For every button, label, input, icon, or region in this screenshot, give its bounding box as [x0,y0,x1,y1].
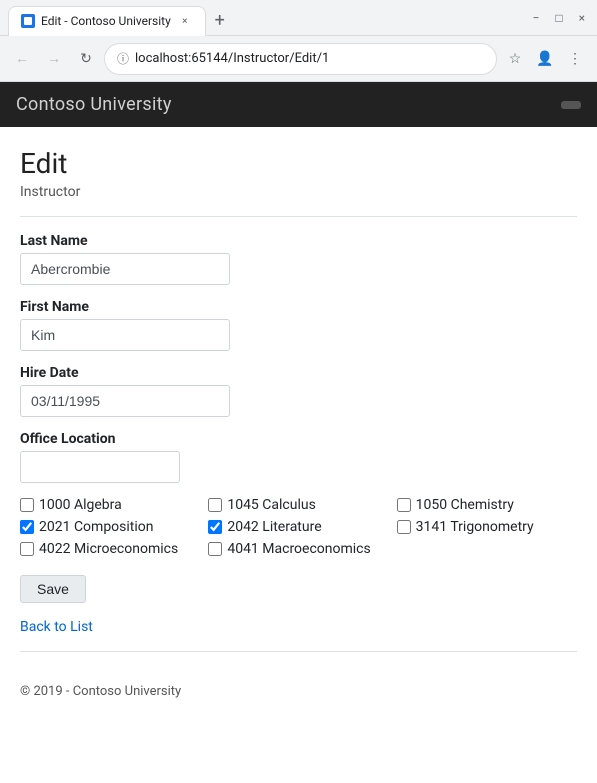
bottom-divider [20,651,577,652]
navbar-button[interactable] [561,101,581,109]
forward-navigation-button[interactable]: → [40,45,68,73]
page-subtitle: Instructor [20,184,577,200]
tab-favicon-icon [21,14,35,28]
back-to-list-link[interactable]: Back to List [20,619,93,635]
last-name-label: Last Name [20,233,577,249]
course-label-4022: 4022 Microeconomics [39,541,178,557]
course-item-1050: 1050 Chemistry [397,497,577,513]
course-item-2021: 2021 Composition [20,519,200,535]
course-item-4022: 4022 Microeconomics [20,541,200,557]
footer: © 2019 - Contoso University [0,684,597,715]
office-location-group: Office Location [20,431,577,483]
address-bar[interactable]: ⓘ localhost:65144/Instructor/Edit/1 [104,43,497,75]
browser-tab[interactable]: Edit - Contoso University × [8,6,206,36]
bookmark-icon[interactable]: ☆ [501,45,529,73]
window-close-button[interactable]: × [579,11,585,25]
account-icon[interactable]: 👤 [531,45,559,73]
save-button[interactable]: Save [20,575,86,603]
course-label-3141: 3141 Trigonometry [416,519,534,535]
window-controls: − □ × [532,11,589,31]
course-checkbox-2042[interactable] [208,520,222,534]
url-text: localhost:65144/Instructor/Edit/1 [135,51,329,66]
new-tab-button[interactable]: + [206,7,234,35]
app-navbar: Contoso University [0,82,597,127]
main-content: Edit Instructor Last Name First Name Hir… [0,127,597,684]
tab-close-icon[interactable]: × [177,13,193,29]
section-divider [20,216,577,217]
hire-date-group: Hire Date [20,365,577,417]
course-label-2021: 2021 Composition [39,519,154,535]
course-label-4041: 4041 Macroeconomics [227,541,370,557]
last-name-group: Last Name [20,233,577,285]
hire-date-input[interactable] [20,385,230,417]
browser-toolbar: ← → ↻ ⓘ localhost:65144/Instructor/Edit/… [0,36,597,82]
office-location-label: Office Location [20,431,577,447]
course-item-4041: 4041 Macroeconomics [208,541,388,557]
first-name-input[interactable] [20,319,230,351]
course-checkbox-2021[interactable] [20,520,34,534]
hire-date-label: Hire Date [20,365,577,381]
browser-titlebar: Edit - Contoso University × + − □ × [0,0,597,36]
window-minimize-button[interactable]: − [532,11,539,25]
courses-grid: 1000 Algebra 1045 Calculus 1050 Chemistr… [20,497,577,557]
course-checkbox-1050[interactable] [397,498,411,512]
course-item-3141: 3141 Trigonometry [397,519,577,535]
menu-icon[interactable]: ⋮ [561,45,589,73]
course-label-1000: 1000 Algebra [39,497,122,513]
reload-button[interactable]: ↻ [72,45,100,73]
course-checkbox-1000[interactable] [20,498,34,512]
course-label-1045: 1045 Calculus [227,497,315,513]
window-maximize-button[interactable]: □ [555,11,562,25]
page-title: Edit [20,147,577,180]
course-label-1050: 1050 Chemistry [416,497,514,513]
first-name-group: First Name [20,299,577,351]
office-location-input[interactable] [20,451,180,483]
course-label-2042: 2042 Literature [227,519,321,535]
course-item-empty [397,541,577,557]
lock-icon: ⓘ [117,50,129,67]
tab-title: Edit - Contoso University [41,14,171,28]
copyright-text: © 2019 - Contoso University [20,684,181,699]
course-item-1045: 1045 Calculus [208,497,388,513]
course-checkbox-3141[interactable] [397,520,411,534]
first-name-label: First Name [20,299,577,315]
back-navigation-button[interactable]: ← [8,45,36,73]
course-item-1000: 1000 Algebra [20,497,200,513]
toolbar-actions: ☆ 👤 ⋮ [501,45,589,73]
app-brand: Contoso University [16,94,172,115]
course-checkbox-4041[interactable] [208,542,222,556]
course-checkbox-4022[interactable] [20,542,34,556]
course-checkbox-1045[interactable] [208,498,222,512]
course-item-2042: 2042 Literature [208,519,388,535]
last-name-input[interactable] [20,253,230,285]
